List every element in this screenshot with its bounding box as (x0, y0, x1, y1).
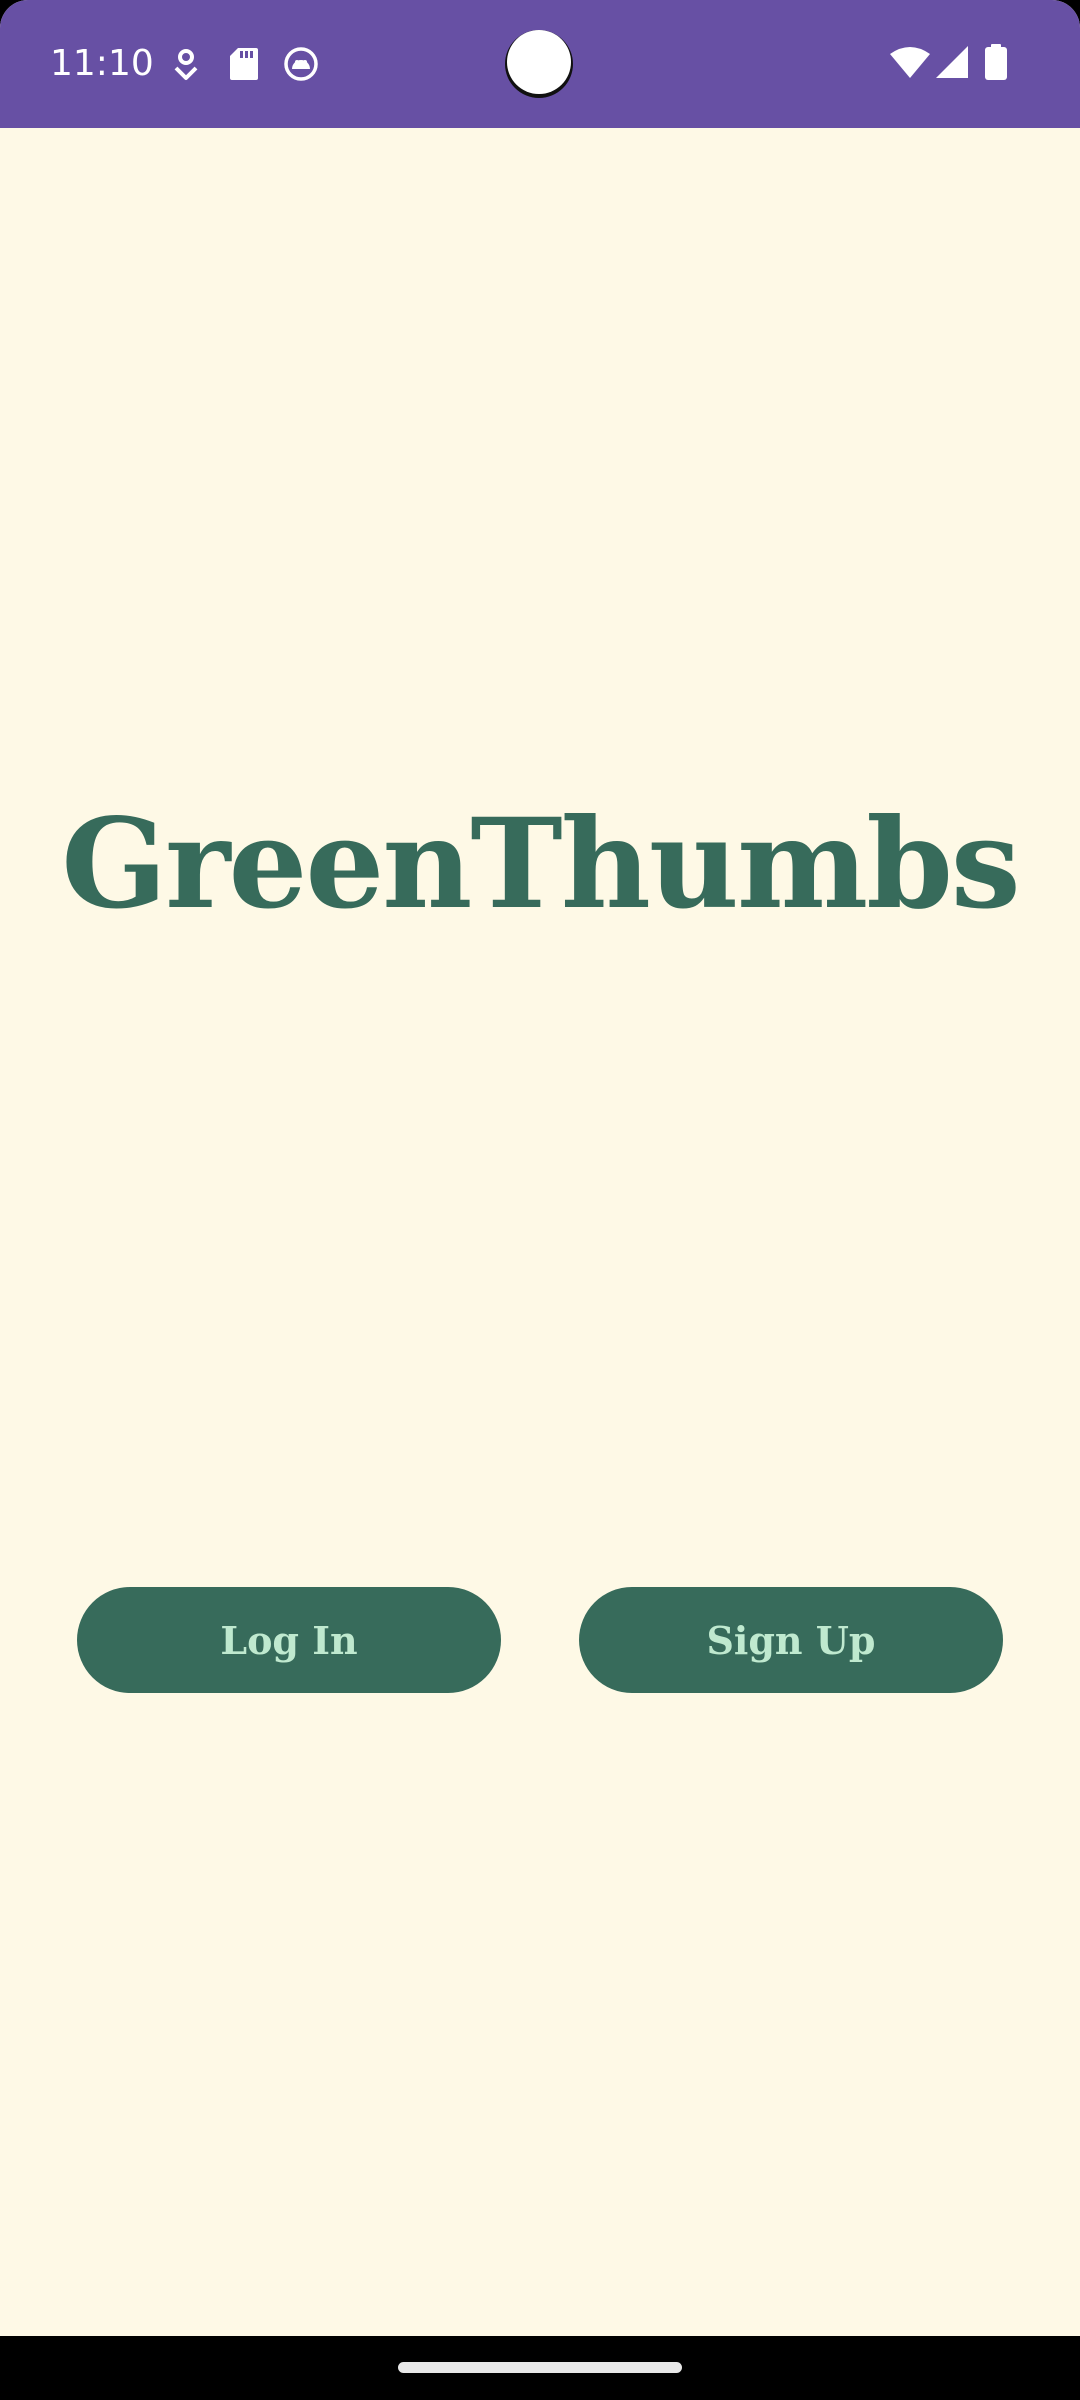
navigation-bar (0, 2336, 1080, 2400)
android-face-icon (284, 47, 318, 85)
status-time: 11:10 (50, 43, 154, 84)
sd-card-icon (229, 47, 259, 85)
signup-button[interactable]: Sign Up (579, 1587, 1003, 1693)
cell-signal-icon (936, 46, 968, 82)
home-gesture-handle[interactable] (398, 2362, 682, 2373)
camera-cutout (507, 30, 571, 94)
app-screen: 11:10 GreenThumbs Log In Sign Up (0, 0, 1080, 2400)
location-pin-icon (172, 48, 200, 86)
wifi-icon (890, 46, 930, 82)
login-button-label: Log In (220, 1617, 358, 1663)
signup-button-label: Sign Up (706, 1617, 876, 1663)
status-bar: 11:10 (0, 0, 1080, 128)
battery-icon (985, 44, 1007, 84)
login-button[interactable]: Log In (77, 1587, 501, 1693)
app-title: GreenThumbs (61, 792, 1020, 937)
